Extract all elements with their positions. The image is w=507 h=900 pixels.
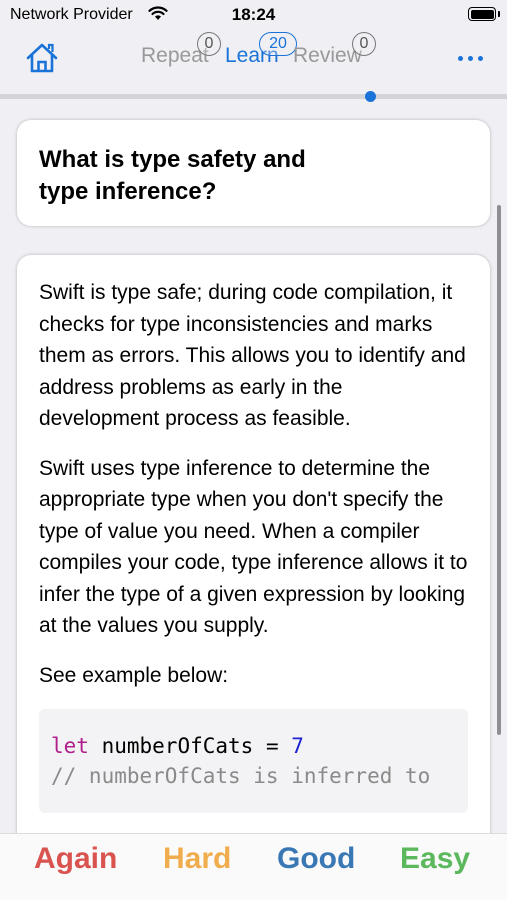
hard-button[interactable]: Hard: [163, 842, 231, 876]
progress-track: [0, 94, 507, 99]
status-bar: Network Provider 18:24: [0, 0, 507, 30]
home-icon[interactable]: [24, 40, 60, 76]
easy-button[interactable]: Easy: [400, 842, 470, 876]
learn-count-badge: 20: [259, 32, 297, 56]
nav-bar: Repeat 0 Learn 20 Review 0: [0, 30, 507, 94]
progress-indicator: [364, 91, 376, 102]
battery-nub: [498, 11, 500, 17]
code-text: numberOfCats =: [88, 734, 292, 758]
grade-bar: Again Hard Good Easy: [0, 833, 507, 900]
clock: 18:24: [231, 5, 276, 24]
answer-paragraph: Swift uses type inference to determine t…: [39, 456, 468, 638]
ellipsis-icon[interactable]: [452, 48, 488, 68]
battery-icon: [468, 7, 496, 21]
answer-paragraph: See example below:: [39, 663, 229, 687]
code-number: 7: [291, 734, 304, 758]
code-keyword: let: [51, 734, 89, 758]
repeat-count-badge: 0: [197, 32, 221, 56]
again-button[interactable]: Again: [34, 842, 117, 876]
code-block: let numberOfCats = 7 // numberOfCats is …: [39, 709, 468, 813]
answer-card: Swift is type safe; during code compilat…: [17, 255, 490, 855]
good-button[interactable]: Good: [277, 842, 355, 876]
question-text: What is type safety and type inference?: [39, 146, 306, 205]
tab-review[interactable]: Review: [293, 44, 362, 68]
code-comment: // numberOfCats is inferred to: [51, 764, 431, 788]
review-count-badge: 0: [352, 32, 376, 56]
question-card: What is type safety and type inference?: [17, 120, 490, 226]
answer-paragraph: Swift is type safe; during code compilat…: [39, 281, 466, 430]
scrollbar[interactable]: [497, 205, 501, 735]
